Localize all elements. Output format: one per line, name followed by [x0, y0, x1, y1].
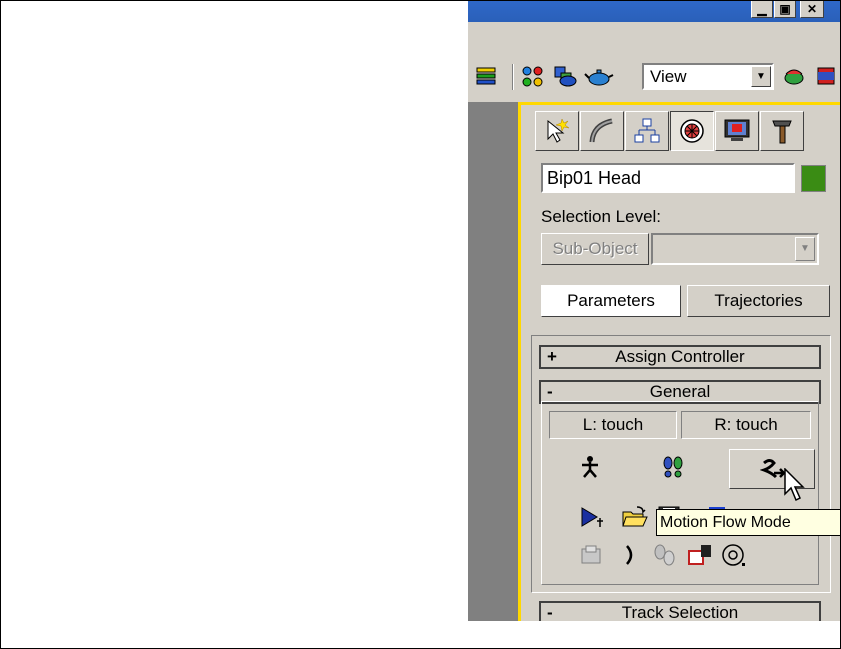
material-editor-icon[interactable] — [552, 64, 578, 88]
sub-object-dropdown[interactable]: ▼ — [651, 233, 819, 265]
create-tab-icon — [547, 118, 570, 143]
mixer-icon[interactable] — [651, 543, 679, 572]
minimize-button[interactable]: ▁ — [751, 0, 773, 18]
tab-motion[interactable] — [670, 111, 714, 151]
rollout-title: General — [649, 382, 711, 401]
object-color-swatch[interactable] — [801, 165, 826, 192]
toolbar-separator — [512, 64, 514, 90]
layers-icon[interactable] — [474, 64, 500, 88]
viewport-area[interactable] — [468, 102, 518, 621]
render-last-icon[interactable] — [814, 64, 840, 88]
tab-utilities[interactable] — [760, 111, 804, 151]
sub-object-button[interactable]: Sub-Object — [541, 233, 649, 265]
biped-playback-icon[interactable] — [687, 543, 715, 572]
load-file-icon[interactable] — [621, 505, 649, 534]
play-biped-icon[interactable] — [579, 505, 607, 534]
tab-display[interactable] — [715, 111, 759, 151]
assign-controller-rollout[interactable]: + Assign Controller — [539, 345, 821, 369]
close-button[interactable]: ✕ — [800, 0, 824, 18]
modify-tab-icon — [589, 118, 613, 143]
selection-level-label: Selection Level: — [541, 207, 662, 226]
footstep-mode-icon[interactable] — [661, 455, 685, 484]
motion-flow-mode-tooltip: Motion Flow Mode — [656, 509, 841, 536]
main-toolbar: View ▼ — [468, 56, 840, 98]
parameters-button[interactable]: Parameters — [541, 285, 681, 317]
title-bar: ▁ ▣ ✕ — [468, 0, 840, 22]
chevron-down-icon[interactable]: ▼ — [795, 237, 815, 261]
chevron-down-icon[interactable]: ▼ — [751, 66, 771, 87]
mouse-pointer-icon — [784, 467, 808, 509]
menu-bar — [468, 22, 840, 56]
command-panel: Bip01 Head Selection Level: Sub-Object ▼… — [521, 105, 840, 621]
tab-modify[interactable] — [580, 111, 624, 151]
left-touch-button[interactable]: L: touch — [549, 411, 677, 439]
maximize-button[interactable]: ▣ — [774, 0, 796, 18]
quick-render-icon[interactable] — [782, 64, 808, 88]
view-dropdown-value: View — [650, 67, 687, 86]
rollout-title: Track Selection — [621, 603, 739, 621]
trajectories-button[interactable]: Trajectories — [687, 285, 830, 317]
object-name-field[interactable]: Bip01 Head — [541, 163, 795, 193]
utilities-tab-icon — [772, 120, 792, 144]
load-bip-icon[interactable] — [579, 543, 605, 572]
motion-tab-icon — [680, 119, 704, 143]
track-selection-rollout[interactable]: - Track Selection — [539, 601, 821, 621]
tab-create[interactable] — [535, 111, 579, 151]
hierarchy-tab-icon — [634, 118, 660, 143]
right-touch-button[interactable]: R: touch — [681, 411, 811, 439]
command-panel-tabs — [535, 111, 840, 151]
view-dropdown[interactable]: View ▼ — [642, 63, 774, 90]
figure-mode-icon[interactable] — [579, 455, 601, 484]
render-scene-icon[interactable] — [584, 64, 614, 88]
tab-hierarchy[interactable] — [625, 111, 669, 151]
rollout-title: Assign Controller — [615, 347, 745, 366]
in-place-mode-icon[interactable] — [721, 543, 749, 574]
bend-links-icon[interactable] — [621, 543, 641, 572]
display-tab-icon — [724, 119, 750, 141]
schematic-view-icon[interactable] — [520, 64, 546, 88]
